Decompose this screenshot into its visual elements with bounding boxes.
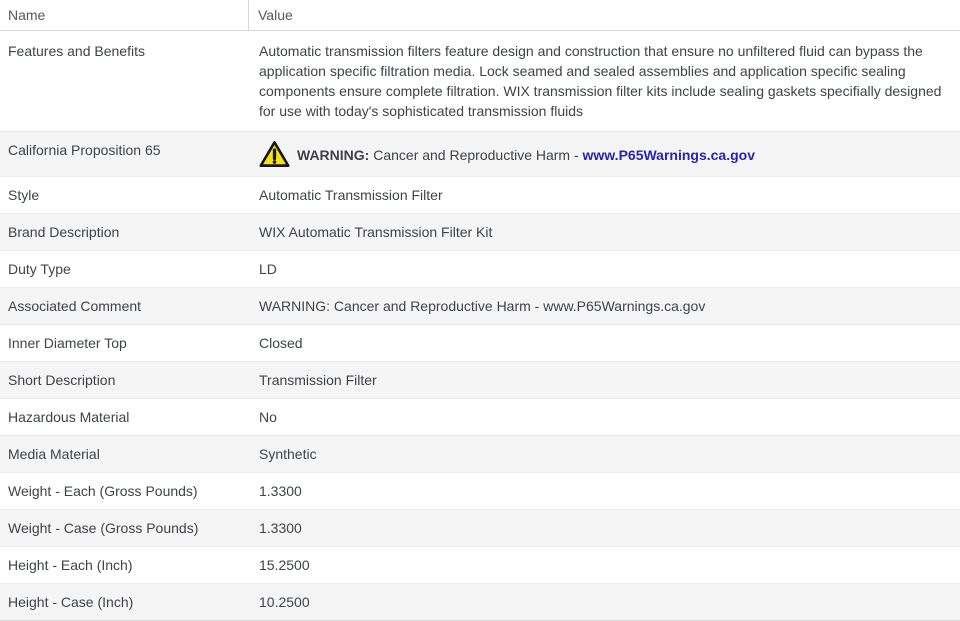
table-row: Inner Diameter Top Closed xyxy=(0,324,960,361)
table-row: Brand Description WIX Automatic Transmis… xyxy=(0,213,960,250)
row-value: 15.2500 xyxy=(259,557,310,573)
row-value: WIX Automatic Transmission Filter Kit xyxy=(259,224,493,240)
spec-table-body: Features and Benefits Automatic transmis… xyxy=(0,31,960,620)
column-header-name: Name xyxy=(0,0,249,30)
table-row: Weight - Each (Gross Pounds) 1.3300 xyxy=(0,472,960,509)
row-value: 10.2500 xyxy=(259,594,310,610)
table-row: Style Automatic Transmission Filter xyxy=(0,176,960,213)
row-name: Features and Benefits xyxy=(8,43,145,59)
warning-label: WARNING: xyxy=(297,147,370,163)
table-row: Associated Comment WARNING: Cancer and R… xyxy=(0,287,960,324)
row-name: Inner Diameter Top xyxy=(8,335,127,351)
table-row: Weight - Case (Gross Pounds) 1.3300 xyxy=(0,509,960,546)
row-name: Height - Each (Inch) xyxy=(8,557,133,573)
row-value: 1.3300 xyxy=(259,483,302,499)
table-row: Features and Benefits Automatic transmis… xyxy=(0,31,960,131)
row-value: Automatic transmission filters feature d… xyxy=(259,43,942,119)
row-value: Automatic Transmission Filter xyxy=(259,187,443,203)
spec-table: Name Value Features and Benefits Automat… xyxy=(0,0,960,621)
row-name: Hazardous Material xyxy=(8,409,130,425)
row-name: Short Description xyxy=(8,372,116,388)
row-value: LD xyxy=(259,261,277,277)
table-row: Short Description Transmission Filter xyxy=(0,361,960,398)
warning-triangle-icon xyxy=(259,141,290,167)
table-row: Hazardous Material No xyxy=(0,398,960,435)
row-value-warning: WARNING: Cancer and Reproductive Harm - … xyxy=(250,140,960,168)
row-value: Closed xyxy=(259,335,303,351)
table-row: Height - Each (Inch) 15.2500 xyxy=(0,546,960,583)
table-row: California Proposition 65 WARNING: Cance… xyxy=(0,131,960,176)
table-row: Media Material Synthetic xyxy=(0,435,960,472)
table-row: Height - Case (Inch) 10.2500 xyxy=(0,583,960,620)
row-name: Style xyxy=(8,187,40,203)
p65-link[interactable]: www.P65Warnings.ca.gov xyxy=(583,147,755,163)
table-header: Name Value xyxy=(0,0,960,31)
row-value: Transmission Filter xyxy=(259,372,377,388)
row-value: No xyxy=(259,409,277,425)
row-value: Synthetic xyxy=(259,446,317,462)
row-name: Media Material xyxy=(8,446,100,462)
row-name: Weight - Each (Gross Pounds) xyxy=(8,483,198,499)
warning-text: Cancer and Reproductive Harm - xyxy=(373,147,579,163)
row-name: Height - Case (Inch) xyxy=(8,594,134,610)
row-name: Weight - Case (Gross Pounds) xyxy=(8,520,199,536)
table-row: Duty Type LD xyxy=(0,250,960,287)
row-name: Associated Comment xyxy=(8,298,142,314)
row-name: Duty Type xyxy=(8,261,71,277)
row-value: 1.3300 xyxy=(259,520,302,536)
row-value: WARNING: Cancer and Reproductive Harm - … xyxy=(259,298,706,314)
row-name: California Proposition 65 xyxy=(8,142,161,158)
column-header-value: Value xyxy=(258,7,293,23)
row-name: Brand Description xyxy=(8,224,120,240)
